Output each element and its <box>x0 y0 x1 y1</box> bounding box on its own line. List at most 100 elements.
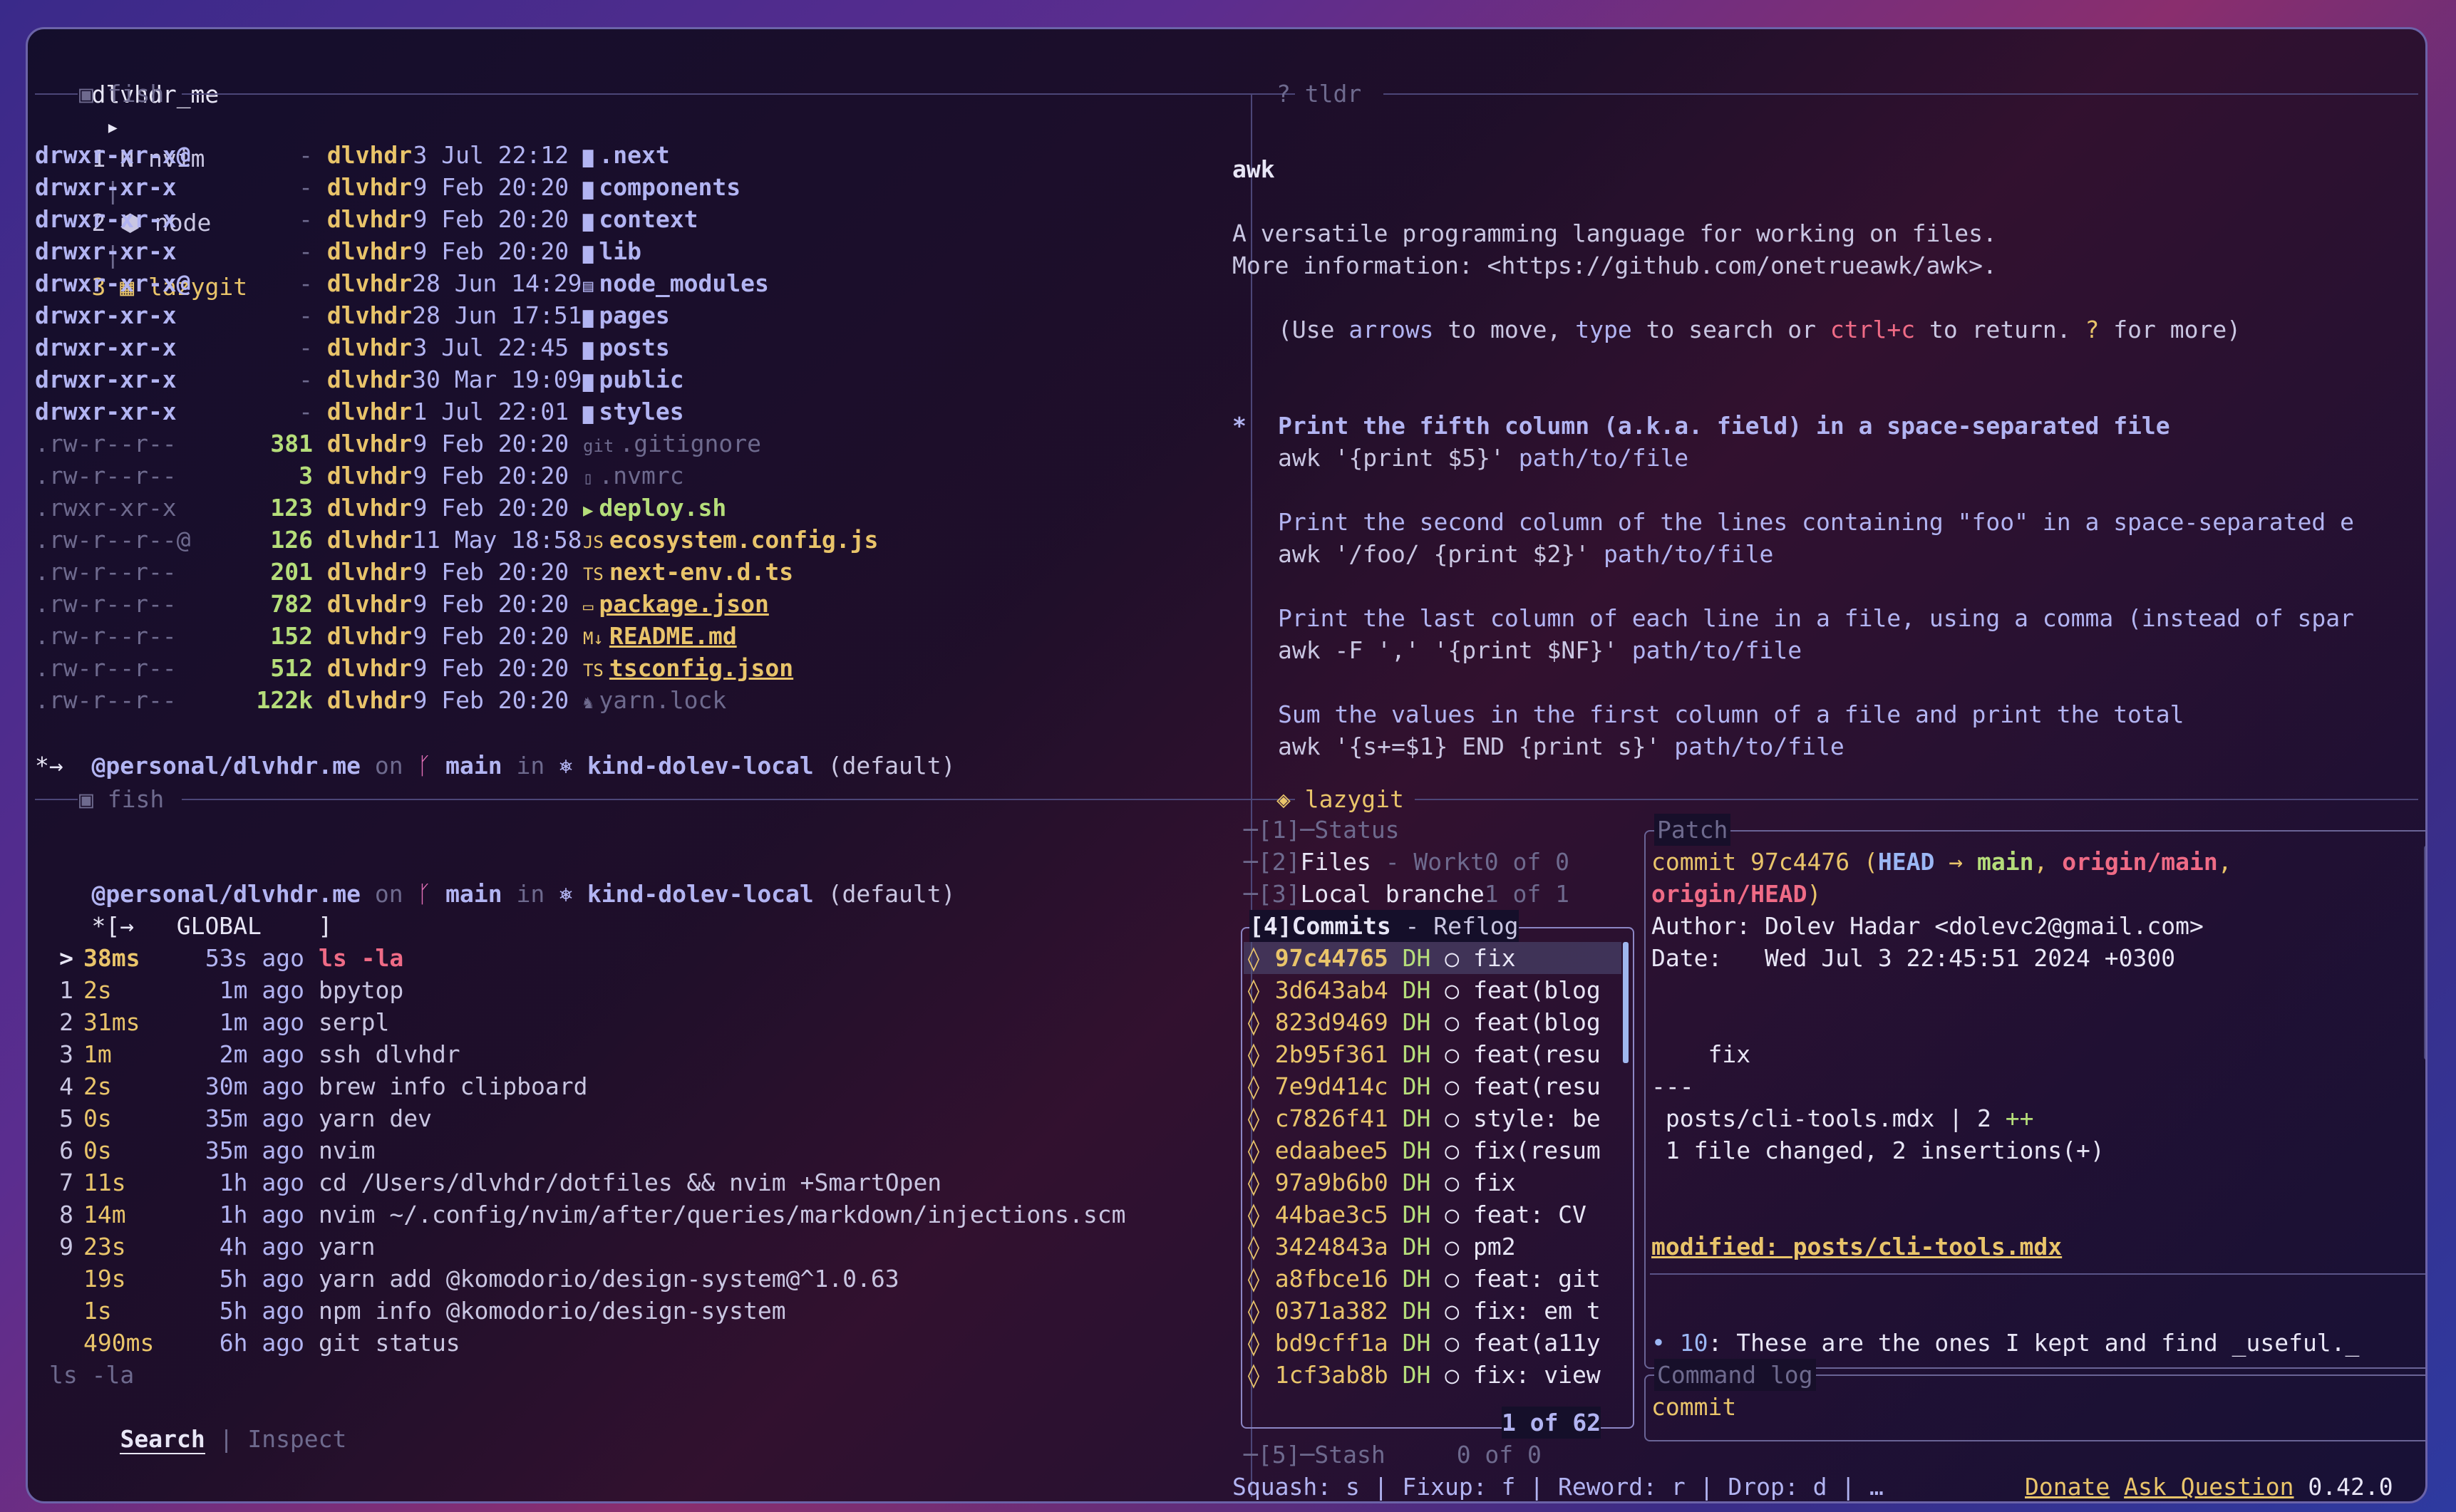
commit-dot-icon: ○ <box>1445 944 1460 972</box>
file-name[interactable]: lib <box>599 237 641 265</box>
file-date: 9 Feb 20:20 <box>413 462 569 490</box>
lazygit-stash-panel[interactable]: ─[5]─Stash 0 of 0 <box>1244 1439 1542 1471</box>
file-name[interactable]: context <box>599 205 698 233</box>
commit-author: DH <box>1402 1233 1431 1260</box>
file-name[interactable]: node_modules <box>599 269 768 297</box>
file-name[interactable]: posts <box>599 333 669 361</box>
commit-hash: 0371a382 <box>1274 1297 1388 1325</box>
prompt-symbol[interactable]: *→ <box>35 750 63 782</box>
file-size: - <box>299 333 313 361</box>
folder-icon: ▇ <box>582 308 594 328</box>
file-name[interactable]: ecosystem.config.js <box>609 526 879 554</box>
history-command: yarn dev <box>319 1104 432 1132</box>
history-row[interactable]: 19s 5h ago yarn add @komodorio/design-syst… <box>35 1263 899 1295</box>
commit-hash: edaabee5 <box>1274 1136 1388 1164</box>
file-name[interactable]: .gitignore <box>619 430 761 457</box>
lazygit-branches-panel[interactable]: ─[3]Local branche1 of 1 <box>1244 878 1569 910</box>
file-size: 152 <box>270 622 313 650</box>
commit-author: DH <box>1402 1201 1431 1228</box>
history-query-input[interactable]: ls -la <box>49 1359 134 1391</box>
donate-link[interactable]: Donate <box>2025 1473 2110 1501</box>
history-index: 1 <box>59 976 73 1004</box>
tab-search[interactable]: Search <box>120 1425 205 1454</box>
tldr-example-title[interactable]: * Print the fifth column (a.k.a. field) i… <box>1232 410 2170 442</box>
history-row[interactable]: 8 14m 1h ago nvim ~/.config/nvim/after/quer… <box>35 1198 1125 1231</box>
history-age: 6h ago <box>219 1329 304 1357</box>
patch-scrollbar[interactable] <box>2424 846 2425 1060</box>
commit-row[interactable]: ◊ 2b95f361 DH ○ feat(resu <box>1247 1038 1601 1070</box>
lazygit-status-panel[interactable]: ─[1]─Status <box>1244 814 1400 846</box>
commit-row[interactable]: ◊ 0371a382 DH ○ fix: em t <box>1247 1295 1601 1327</box>
file-name[interactable]: public <box>599 366 683 393</box>
commit-node-icon: ◊ <box>1247 1008 1261 1036</box>
file-name[interactable]: package.json <box>599 590 768 618</box>
history-row[interactable]: 490ms 6h ago git status <box>35 1327 460 1359</box>
patch-commit-line: commit 97c4476 (HEAD → main, origin/main… <box>1651 848 2232 876</box>
file-owner: dlvhdr <box>326 173 413 201</box>
file-name[interactable]: next-env.d.ts <box>609 558 793 586</box>
pane-title-tldr: ? tldr <box>1276 80 1362 108</box>
commit-row[interactable]: ◊ c7826f41 DH ○ style: be <box>1247 1102 1601 1134</box>
commit-row[interactable]: ◊ 97c44765 DH ○ fix <box>1247 942 1516 974</box>
history-command: ls -la <box>319 944 404 972</box>
file-name[interactable]: yarn.lock <box>599 686 726 714</box>
commit-row[interactable]: ◊ 3d643ab4 DH ○ feat(blog <box>1247 974 1601 1006</box>
history-duration: 2s <box>83 976 112 1004</box>
file-row: .rw-r--r-- 381 dlvhdr9 Feb 20:20 git .giti… <box>35 428 761 460</box>
tldr-code: awk '{print $5}' <box>1278 444 1519 472</box>
file-name[interactable]: tsconfig.json <box>609 654 793 682</box>
commit-row[interactable]: ◊ 97a9b6b0 DH ○ fix <box>1247 1166 1516 1198</box>
commit-row[interactable]: ◊ edaabee5 DH ○ fix(resum <box>1247 1134 1601 1166</box>
git-branch-icon: ᚴ <box>417 752 432 780</box>
tldr-example-title[interactable]: Sum the values in the first column of a … <box>1232 698 2184 730</box>
tldr-code: awk -F ',' '{print $NF}' <box>1278 636 1632 664</box>
tldr-example-title[interactable]: Print the second column of the lines con… <box>1232 506 2354 538</box>
history-row[interactable]: 7 11s 1h ago cd /Users/dlvhdr/dotfiles && n… <box>35 1166 941 1198</box>
file-row: drwxr-xr-x@ - dlvhdr28 Jun 14:29 ▤ node_mo… <box>35 267 769 299</box>
history-age: 1m ago <box>219 1008 304 1036</box>
npm-icon: ▭ <box>582 596 594 616</box>
commit-row[interactable]: ◊ bd9cff1a DH ○ feat(a11y <box>1247 1327 1601 1359</box>
commits-count: 1 of 62 <box>1502 1407 1601 1439</box>
file-name[interactable]: .next <box>599 141 669 169</box>
file-permissions: drwxr-xr-x <box>35 205 177 233</box>
git-branch-icon: ᚴ <box>417 880 432 908</box>
file-permissions: .rw-r--r-- <box>35 622 177 650</box>
file-name[interactable]: styles <box>599 398 683 425</box>
file-size: - <box>299 237 313 265</box>
history-duration: 38ms <box>83 944 140 972</box>
commits-scrollbar[interactable] <box>1623 942 1629 1063</box>
history-row[interactable]: 6 0s 35m ago nvim <box>35 1134 375 1166</box>
file-permissions: .rw-r--r-- <box>35 686 177 714</box>
history-row[interactable]: 9 23s 4h ago yarn <box>35 1231 375 1263</box>
commit-row[interactable]: ◊ 7e9d414c DH ○ feat(resu <box>1247 1070 1601 1102</box>
history-age: 30m ago <box>205 1072 304 1100</box>
commit-row[interactable]: ◊ 3424843a DH ○ pm2 <box>1247 1231 1516 1263</box>
tldr-example-title[interactable]: Print the last column of each line in a … <box>1232 602 2354 634</box>
history-row[interactable]: 3 1m 2m ago ssh dlvhdr <box>35 1038 460 1070</box>
lazygit-keybinding-hints: Squash: s | Fixup: f | Reword: r | Drop:… <box>1232 1473 1884 1501</box>
file-name[interactable]: README.md <box>609 622 737 650</box>
file-row: .rw-r--r-- 512 dlvhdr9 Feb 20:20 TS tsconf… <box>35 652 793 684</box>
commit-row[interactable]: ◊ a8fbce16 DH ○ feat: git <box>1247 1263 1601 1295</box>
file-name[interactable]: components <box>599 173 741 201</box>
history-row[interactable]: 5 0s 35m ago yarn dev <box>35 1102 432 1134</box>
history-row[interactable]: 2 31ms 1m ago serpl <box>35 1006 389 1038</box>
lazygit-version: 0.42.0 <box>2308 1473 2393 1501</box>
history-row[interactable]: >38ms 53s ago ls -la <box>35 942 403 974</box>
file-name[interactable]: .nvmrc <box>599 462 683 490</box>
commit-row[interactable]: ◊ 44bae3c5 DH ○ feat: CV <box>1247 1198 1586 1231</box>
commit-row[interactable]: ◊ 823d9469 DH ○ feat(blog <box>1247 1006 1601 1038</box>
tab-inspect[interactable]: Inspect <box>247 1425 346 1453</box>
file-name[interactable]: pages <box>599 301 669 329</box>
ask-question-link[interactable]: Ask Question <box>2124 1473 2294 1501</box>
commit-hash: bd9cff1a <box>1274 1329 1388 1357</box>
file-name[interactable]: deploy.sh <box>599 494 726 522</box>
history-row[interactable]: 1s 5h ago npm info @komodorio/design-syste… <box>35 1295 786 1327</box>
history-row[interactable]: 1 2s 1m ago bpytop <box>35 974 403 1006</box>
history-row[interactable]: 4 2s 30m ago brew info clipboard <box>35 1070 587 1102</box>
commit-row[interactable]: ◊ 1cf3ab8b DH ○ fix: view <box>1247 1359 1601 1391</box>
lazygit-files-panel[interactable]: ─[2]Files - Workt0 of 0 <box>1244 846 1569 878</box>
commit-hash: 7e9d414c <box>1274 1072 1388 1100</box>
patch-panel-title: Patch <box>1654 814 1731 846</box>
